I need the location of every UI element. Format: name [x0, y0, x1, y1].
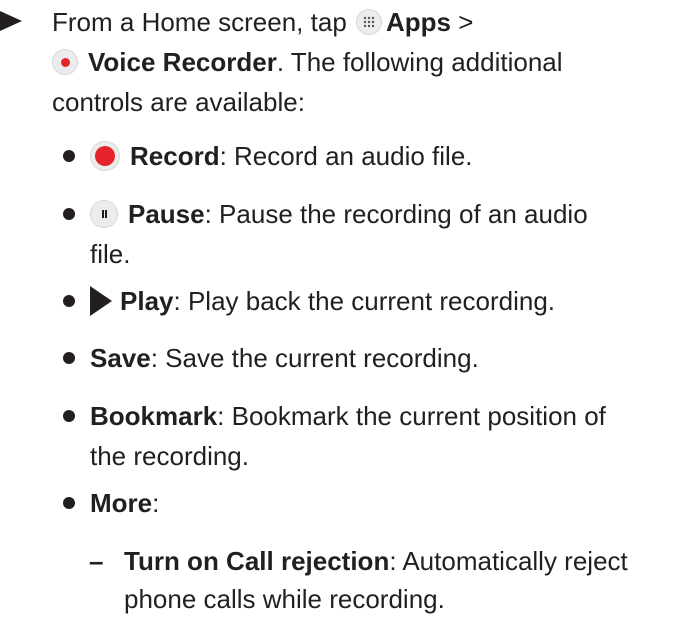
- call-rejection-desc: : Automatically reject: [389, 546, 628, 576]
- pause-desc-cont: file.: [90, 239, 131, 269]
- voice-recorder-icon: [52, 49, 78, 76]
- save-desc: : Save the current recording.: [150, 343, 479, 373]
- intro-prefix: From a Home screen, tap: [52, 7, 347, 37]
- record-icon: [90, 141, 120, 172]
- pause-desc: : Pause the recording of an audio: [204, 199, 588, 229]
- step-arrow-icon: [0, 11, 22, 31]
- pause-label: Pause: [128, 199, 205, 229]
- apps-grid-icon: [356, 9, 383, 36]
- intro-line-1: From a Home screen, tap Apps >: [52, 2, 473, 42]
- more-desc: :: [152, 488, 160, 518]
- intro-line-2: Voice Recorder. The following additional: [52, 42, 563, 82]
- voice-recorder-label: Voice Recorder: [88, 47, 277, 77]
- call-rejection-label: Turn on Call rejection: [124, 546, 390, 576]
- record-label: Record: [130, 141, 220, 171]
- bullet-dot: [63, 497, 75, 509]
- control-record: Record: Record an audio file.: [90, 136, 473, 176]
- bookmark-desc: : Bookmark the current position of: [217, 401, 606, 431]
- control-play: Play: Play back the current recording.: [90, 281, 555, 321]
- save-label: Save: [90, 343, 151, 373]
- call-rejection-desc-cont: phone calls while recording.: [124, 584, 445, 614]
- play-label: Play: [120, 286, 174, 316]
- record-desc: : Record an audio file.: [219, 141, 473, 171]
- bullet-dot: [63, 410, 75, 422]
- intro-rest: . The following additional: [276, 47, 563, 77]
- bullet-dot: [63, 295, 75, 307]
- bookmark-desc-cont: the recording.: [90, 441, 249, 471]
- intro-line-3: controls are available:: [52, 87, 305, 117]
- path-separator: >: [458, 7, 474, 37]
- bullet-dot: [63, 352, 75, 364]
- control-pause: Pause: Pause the recording of an audio: [90, 194, 588, 234]
- apps-label: Apps: [386, 7, 452, 37]
- more-label: More: [90, 488, 153, 518]
- bookmark-label: Bookmark: [90, 401, 218, 431]
- play-icon: [90, 286, 112, 317]
- pause-icon: [90, 200, 118, 229]
- control-more: More:: [90, 483, 159, 523]
- bullet-dot: [63, 208, 75, 220]
- bullet-dot: [63, 150, 75, 162]
- sub-dash: –: [89, 546, 104, 576]
- play-desc: : Play back the current recording.: [173, 286, 556, 316]
- control-save: Save: Save the current recording.: [90, 338, 479, 378]
- sub-call-rejection: Turn on Call rejection: Automatically re…: [124, 541, 628, 581]
- control-bookmark: Bookmark: Bookmark the current position …: [90, 396, 606, 436]
